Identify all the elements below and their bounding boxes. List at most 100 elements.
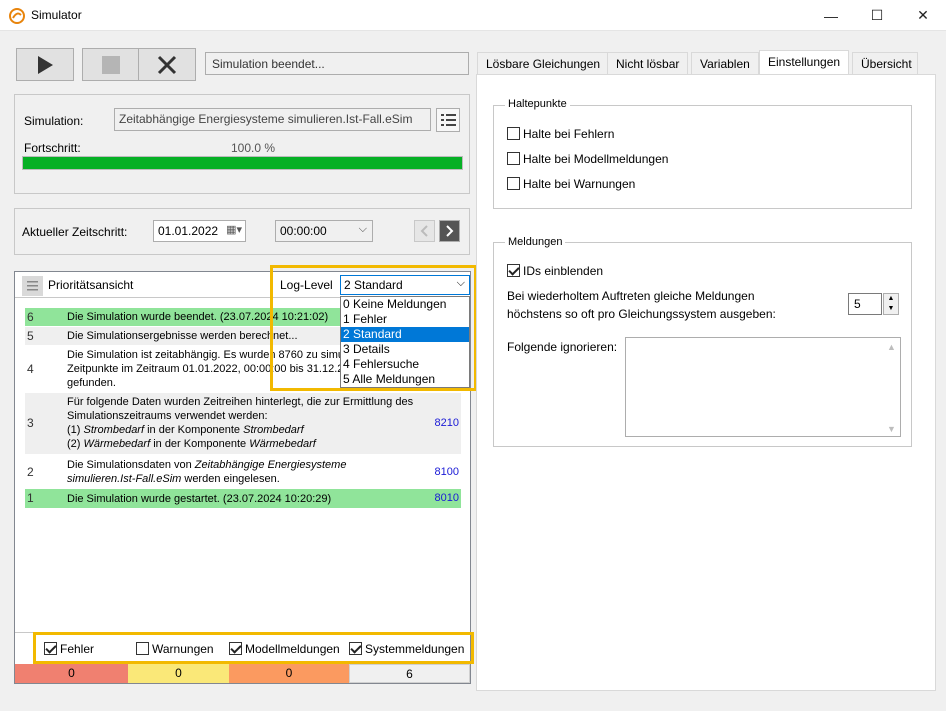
halt-model-label: Halte bei Modellmeldungen (523, 152, 669, 166)
message-row[interactable]: 1 Die Simulation wurde gestartet. (23.07… (25, 489, 461, 508)
message-fragment: Wärmebedarf (249, 438, 316, 450)
close-window-button[interactable]: ✕ (900, 0, 946, 31)
progress-label: Fortschritt: (24, 141, 81, 155)
close-icon: ✕ (917, 7, 929, 23)
halt-errors-checkbox[interactable] (507, 127, 520, 140)
halt-warnings-label: Halte bei Warnungen (523, 177, 636, 191)
maximize-button[interactable]: ☐ (854, 0, 900, 31)
progress-bar (22, 156, 463, 170)
halt-model-checkbox[interactable] (507, 152, 520, 165)
tab-uebersicht[interactable]: Übersicht (852, 52, 918, 74)
message-line: (2) Wärmebedarf in der Komponente Wärmeb… (67, 437, 427, 451)
system-count: 6 (349, 664, 470, 683)
maximize-icon: ☐ (870, 7, 884, 23)
scroll-up-icon[interactable]: ▲ (883, 342, 900, 352)
scroll-down-icon[interactable]: ▼ (883, 424, 900, 434)
priority-view-label: Prioritätsansicht (48, 278, 134, 292)
simulation-label: Simulation: (24, 114, 84, 128)
message-level: 2 (27, 465, 34, 479)
list-icon (27, 281, 38, 291)
loglevel-highlight (270, 265, 477, 391)
message-fragment: werden eingelesen. (181, 473, 280, 485)
message-line: simulieren.Ist-Fall.eSim werden eingeles… (67, 472, 412, 486)
message-level: 4 (27, 362, 34, 376)
filter-highlight (33, 632, 474, 664)
cancel-button[interactable] (138, 48, 196, 81)
show-ids-label: IDs einblenden (523, 264, 604, 278)
message-fragment: Strombedarf (243, 424, 304, 436)
tab-nicht-loesbar[interactable]: Nicht lösbar (607, 52, 689, 74)
message-fragment: in der Komponente (150, 438, 250, 450)
play-icon (38, 55, 53, 74)
model-count: 0 (229, 664, 349, 683)
show-ids-checkbox[interactable] (507, 264, 520, 277)
time-value: 00:00:00 (280, 224, 327, 238)
message-fragment: Wärmebedarf (83, 438, 151, 450)
ignore-textarea[interactable]: ▲ ▼ (625, 337, 901, 437)
message-line: Die Simulationsdaten von Zeitabhängige E… (67, 458, 412, 472)
chevron-right-icon (446, 225, 454, 237)
tab-einstellungen[interactable]: Einstellungen (759, 50, 850, 75)
message-fragment: Zeitabhängige Energiesysteme (194, 459, 347, 471)
close-icon (157, 55, 177, 74)
message-level: 1 (27, 491, 34, 505)
simulator-app-icon (9, 8, 25, 24)
stop-button[interactable] (82, 48, 140, 81)
message-level: 5 (27, 329, 34, 343)
list-icon (441, 114, 456, 126)
date-picker[interactable]: 01.01.2022 ▦▾ (153, 220, 246, 242)
message-line: Simulationszeitraums verwendet werden: (67, 410, 268, 422)
message-fragment: simulieren.Ist-Fall.eSim (67, 473, 182, 485)
stop-icon (102, 55, 120, 74)
minimize-icon: — (824, 7, 838, 24)
ignore-scrollbar[interactable]: ▲ ▼ (883, 338, 900, 436)
prev-step-button[interactable] (414, 220, 435, 242)
window-title: Simulator (31, 8, 82, 22)
progress-percent: 100.0 % (231, 141, 276, 155)
simulation-file-field: Zeitabhängige Energiesysteme simulieren.… (114, 108, 431, 131)
halt-errors-label: Halte bei Fehlern (523, 127, 615, 141)
tab-variablen[interactable]: Variablen (691, 52, 759, 74)
priority-view-button[interactable] (22, 276, 43, 296)
calendar-icon: ▦▾ (226, 224, 242, 236)
error-count: 0 (15, 664, 128, 683)
message-row[interactable]: 3 Für folgende Daten wurden Zeitreihen h… (25, 393, 461, 454)
ignore-label: Folgende ignorieren: (507, 340, 618, 354)
haltepunkte-title: Haltepunkte (505, 98, 570, 110)
next-step-button[interactable] (439, 220, 460, 242)
warning-count: 0 (128, 664, 229, 683)
message-code[interactable]: 8100 (435, 466, 459, 478)
repeat-label-line1: Bei wiederholtem Auftreten gleiche Meldu… (507, 289, 755, 303)
title-bar: Simulator — ☐ ✕ (0, 0, 946, 31)
message-level: 6 (27, 310, 34, 324)
repeat-label-line2: höchstens so oft pro Gleichungssystem au… (507, 307, 776, 321)
message-code[interactable]: 8210 (435, 417, 459, 429)
message-text: Die Simulation wurde gestartet. (23.07.2… (67, 493, 332, 505)
message-fragment: Die Simulationsdaten von (67, 459, 195, 471)
message-fragment: Strombedarf (83, 424, 145, 436)
timestep-label: Aktueller Zeitschritt: (22, 225, 128, 239)
message-code[interactable]: 8010 (435, 492, 459, 504)
play-button[interactable] (16, 48, 74, 81)
status-field: Simulation beendet... (205, 52, 469, 75)
stepper-up-icon[interactable]: ▲ (884, 294, 898, 304)
repeat-count-stepper[interactable]: ▲ ▼ (883, 293, 899, 315)
tab-loesbare-gleichungen[interactable]: Lösbare Gleichungen (477, 52, 610, 74)
repeat-count-input[interactable]: 5 (848, 293, 882, 315)
message-fragment: (1) (67, 424, 84, 436)
list-button[interactable] (436, 108, 460, 132)
message-fragment: in der Komponente (144, 424, 244, 436)
chevron-down-icon: ⌵ (358, 223, 367, 235)
meldungen-title: Meldungen (505, 236, 566, 248)
stepper-down-icon[interactable]: ▼ (884, 304, 898, 314)
message-text: Für folgende Daten wurden Zeitreihen hin… (67, 395, 427, 451)
message-line: (1) Strombedarf in der Komponente Stromb… (67, 423, 427, 437)
halt-warnings-checkbox[interactable] (507, 177, 520, 190)
chevron-left-icon (420, 225, 428, 237)
message-fragment: (2) (67, 438, 84, 450)
time-select[interactable]: 00:00:00 ⌵ (275, 220, 373, 242)
message-text: Die Simulationsdaten von Zeitabhängige E… (67, 458, 412, 486)
minimize-button[interactable]: — (808, 0, 854, 31)
message-row[interactable]: 2 Die Simulationsdaten von Zeitabhängige… (25, 456, 461, 488)
message-line: Für folgende Daten wurden Zeitreihen hin… (67, 396, 414, 408)
